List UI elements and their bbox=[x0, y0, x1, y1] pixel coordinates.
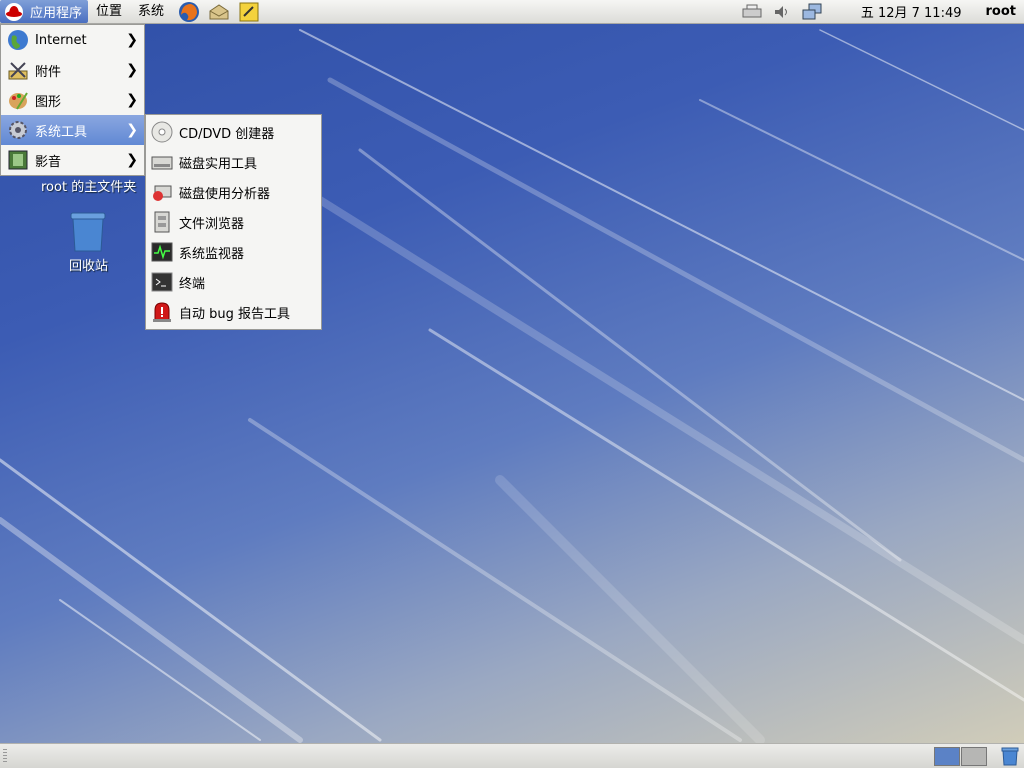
submenu-item-label: CD/DVD 创建器 bbox=[179, 126, 275, 142]
submenu-item-cd-dvd-creator[interactable]: CD/DVD 创建器 bbox=[146, 117, 321, 147]
cd-icon bbox=[151, 121, 173, 143]
email-launcher[interactable] bbox=[206, 1, 232, 23]
applications-dropdown: Internet ❯ 附件 ❯ 图形 ❯ 系统工具 ❯ 影音 ❯ bbox=[0, 24, 145, 176]
mail-icon bbox=[209, 3, 229, 19]
speaker-icon bbox=[774, 5, 787, 18]
terminal-icon bbox=[151, 272, 173, 292]
menu-item-label: 影音 bbox=[35, 154, 62, 170]
film-icon bbox=[8, 150, 28, 170]
trash-label[interactable]: 回收站 bbox=[69, 255, 108, 274]
submenu-item-label: 磁盘实用工具 bbox=[179, 156, 258, 172]
submenu-item-label: 系统监视器 bbox=[179, 246, 245, 262]
chevron-right-icon: ❯ bbox=[126, 62, 138, 78]
network-computers-icon bbox=[802, 3, 822, 19]
chevron-right-icon: ❯ bbox=[126, 32, 138, 48]
submenu-item-system-monitor[interactable]: 系统监视器 bbox=[146, 237, 321, 267]
globe-icon bbox=[8, 30, 28, 50]
system-monitor-icon bbox=[151, 242, 173, 262]
network-tray[interactable] bbox=[740, 2, 764, 22]
clock[interactable]: 五 12月 7 11:49 bbox=[861, 2, 962, 21]
firefox-icon bbox=[179, 1, 200, 22]
bug-alert-icon bbox=[153, 302, 171, 322]
accessories-icon bbox=[8, 62, 28, 80]
system-menu[interactable]: 系统 bbox=[130, 0, 172, 23]
panel-grip-icon[interactable] bbox=[3, 749, 7, 764]
trash-applet-icon[interactable] bbox=[1000, 747, 1020, 766]
menu-item-label: 附件 bbox=[35, 64, 62, 80]
menu-item-accessories[interactable]: 附件 ❯ bbox=[1, 55, 144, 85]
submenu-item-disk-usage-analyzer[interactable]: 磁盘使用分析器 bbox=[146, 177, 321, 207]
panel-right-area: 五 12月 7 11:49 root bbox=[737, 0, 1024, 23]
chevron-right-icon: ❯ bbox=[126, 122, 138, 138]
trash-icon bbox=[70, 212, 106, 252]
gear-icon bbox=[9, 121, 27, 139]
workspace-2[interactable] bbox=[961, 747, 987, 766]
trash-desktop-icon[interactable] bbox=[64, 210, 112, 258]
graphics-icon bbox=[9, 92, 28, 110]
chevron-right-icon: ❯ bbox=[126, 152, 138, 168]
menu-item-internet[interactable]: Internet ❯ bbox=[1, 25, 144, 55]
menu-item-graphics[interactable]: 图形 ❯ bbox=[1, 85, 144, 115]
home-folder-label[interactable]: root 的主文件夹 bbox=[41, 176, 136, 195]
applications-menu[interactable]: 应用程序 bbox=[0, 0, 89, 23]
applications-menu-label: 应用程序 bbox=[30, 6, 83, 21]
workspace-1[interactable] bbox=[934, 747, 960, 766]
chevron-right-icon: ❯ bbox=[126, 92, 138, 108]
file-cabinet-icon bbox=[154, 211, 170, 233]
places-menu[interactable]: 位置 bbox=[88, 0, 130, 23]
submenu-item-label: 磁盘使用分析器 bbox=[179, 186, 271, 202]
bottom-panel bbox=[0, 743, 1024, 768]
notepad-icon bbox=[239, 2, 259, 21]
firefox-launcher[interactable] bbox=[176, 1, 202, 23]
notes-launcher[interactable] bbox=[236, 1, 262, 23]
submenu-item-label: 自动 bug 报告工具 bbox=[179, 306, 291, 322]
submenu-item-disk-utility[interactable]: 磁盘实用工具 bbox=[146, 147, 321, 177]
top-panel: 应用程序 位置 系统 五 12月 7 11:49 root bbox=[0, 0, 1024, 24]
volume-tray[interactable] bbox=[770, 2, 794, 22]
submenu-item-label: 文件浏览器 bbox=[179, 216, 245, 232]
disk-utility-icon bbox=[151, 156, 173, 170]
network-status-tray[interactable] bbox=[800, 2, 824, 22]
network-printer-icon bbox=[742, 4, 762, 17]
submenu-item-bug-buddy[interactable]: 自动 bug 报告工具 bbox=[146, 297, 321, 327]
menu-item-sound-video[interactable]: 影音 ❯ bbox=[1, 145, 144, 175]
menu-item-label: 图形 bbox=[35, 94, 62, 110]
menu-item-system-tools[interactable]: 系统工具 ❯ bbox=[1, 115, 144, 145]
submenu-item-label: 终端 bbox=[179, 276, 206, 292]
disk-analyzer-icon bbox=[153, 185, 172, 201]
system-tools-submenu: CD/DVD 创建器 磁盘实用工具 磁盘使用分析器 文件浏览器 系统监视器 终端 bbox=[145, 114, 322, 330]
menu-item-label: Internet bbox=[35, 32, 87, 48]
submenu-item-terminal[interactable]: 终端 bbox=[146, 267, 321, 297]
menu-item-label: 系统工具 bbox=[35, 124, 88, 140]
submenu-item-file-browser[interactable]: 文件浏览器 bbox=[146, 207, 321, 237]
redhat-logo-icon bbox=[5, 2, 23, 21]
user-name[interactable]: root bbox=[986, 4, 1017, 19]
